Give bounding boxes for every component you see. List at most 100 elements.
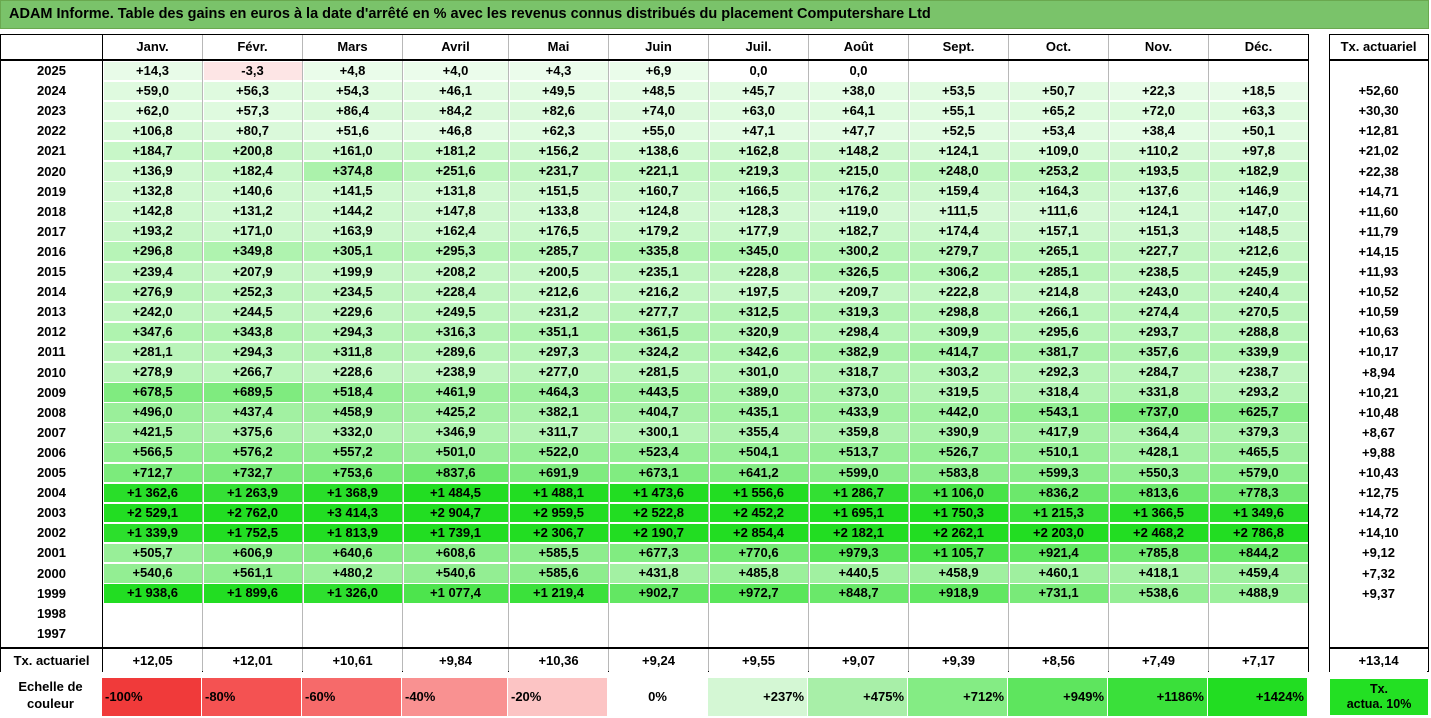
table-cell: +335,8 — [609, 242, 708, 261]
tx-cell: +10,48 — [1330, 402, 1427, 423]
table-cell: +342,6 — [709, 342, 808, 362]
table-cell: +1 938,6 — [103, 584, 202, 603]
table-cell: +64,1 — [809, 101, 908, 121]
table-cell: +1 106,0 — [909, 483, 1008, 503]
table-cell — [1209, 624, 1308, 643]
color-scale-label-line2: couleur — [27, 696, 74, 711]
table-cell: +576,2 — [203, 443, 302, 462]
table-cell — [203, 604, 302, 623]
table-cell: +732,7 — [203, 463, 302, 483]
table-cell: +182,7 — [809, 222, 908, 241]
table-cell: +119,0 — [809, 202, 908, 221]
table-cell: +146,9 — [1209, 182, 1308, 201]
table-cell: +239,4 — [103, 262, 202, 282]
table-cell: +54,3 — [303, 81, 402, 101]
table-cell: +212,6 — [1209, 242, 1308, 261]
table-cell: +228,6 — [303, 363, 402, 382]
table-cell: +124,1 — [1109, 202, 1208, 221]
table-cell: +132,8 — [103, 182, 202, 201]
table-cell: +244,5 — [203, 302, 302, 322]
table-cell: +1 349,6 — [1209, 503, 1308, 523]
tx-cell: +10,52 — [1330, 282, 1427, 303]
table-cell: +540,6 — [103, 564, 202, 583]
table-cell — [909, 624, 1008, 643]
table-cell: +57,3 — [203, 101, 302, 121]
color-scale-swatch: +949% — [1008, 678, 1107, 716]
year-label: 2024 — [1, 81, 102, 102]
table-cell — [809, 604, 908, 623]
table-cell: +510,1 — [1009, 443, 1108, 462]
footer-cell: +8,56 — [1009, 648, 1108, 673]
color-scale: Echelle de couleur -100% -80% -60% -40% -20% 0%… — [0, 675, 1309, 718]
table-cell: +305,1 — [303, 242, 402, 261]
month-header: Août — [809, 35, 908, 59]
table-cell: +518,4 — [303, 383, 402, 402]
table-cell: +243,0 — [1109, 282, 1208, 302]
year-label: 2015 — [1, 262, 102, 283]
table-cell: +221,1 — [609, 162, 708, 181]
table-cell: +277,0 — [509, 363, 608, 382]
tx-cell: +14,15 — [1330, 241, 1427, 262]
table-cell: 0,0 — [709, 61, 808, 81]
table-cell: +131,8 — [403, 182, 508, 201]
color-scale-swatch: +1186% — [1108, 678, 1207, 716]
table-cell: +311,7 — [509, 423, 608, 442]
header-divider — [1, 59, 1308, 61]
color-scale-swatch: 0% — [608, 678, 707, 716]
table-cell: +303,2 — [909, 363, 1008, 382]
footer-tx: +13,14 — [1330, 648, 1427, 673]
tx-cell: +11,79 — [1330, 221, 1427, 242]
table-cell: +1 750,3 — [909, 503, 1008, 523]
table-cell: +1 473,6 — [609, 483, 708, 503]
table-cell: +207,9 — [203, 262, 302, 282]
table-cell: +2 522,8 — [609, 503, 708, 523]
table-cell: +212,6 — [509, 282, 608, 302]
table-cell: +425,2 — [403, 403, 508, 422]
table-cell: +296,8 — [103, 242, 202, 261]
table-cell — [403, 604, 508, 623]
table-cell: +298,4 — [809, 322, 908, 342]
table-cell: +174,4 — [909, 222, 1008, 241]
table-cell: +460,1 — [1009, 564, 1108, 583]
table-cell: +106,8 — [103, 121, 202, 141]
table-cell: +84,2 — [403, 101, 508, 121]
table-cell: +162,4 — [403, 222, 508, 241]
table-cell: +234,5 — [303, 282, 402, 302]
table-cell: +606,9 — [203, 543, 302, 563]
footer-cell: +9,84 — [403, 648, 508, 673]
table-cell: +813,6 — [1109, 483, 1208, 503]
table-cell: +74,0 — [609, 101, 708, 121]
table-cell: +837,6 — [403, 463, 508, 483]
table-cell: +184,7 — [103, 141, 202, 161]
color-scale-actuarial-line2: actua. 10% — [1346, 697, 1412, 711]
table-cell: +171,0 — [203, 222, 302, 241]
table-cell: +345,0 — [709, 242, 808, 261]
table-cell: +1 752,5 — [203, 523, 302, 543]
table-cell: +320,9 — [709, 322, 808, 342]
table-cell: +137,6 — [1109, 182, 1208, 201]
table-cell — [709, 604, 808, 623]
table-cell: +501,0 — [403, 443, 508, 462]
table-cell: +245,9 — [1209, 262, 1308, 282]
table-cell: +111,6 — [1009, 202, 1108, 221]
table-cell: +265,1 — [1009, 242, 1108, 261]
table-cell: +295,3 — [403, 242, 508, 261]
table-cell: +1 286,7 — [809, 483, 908, 503]
table-cell: +678,5 — [103, 383, 202, 402]
table-cell: +231,7 — [509, 162, 608, 181]
table-cell: +281,1 — [103, 342, 202, 362]
table-cell: +238,9 — [403, 363, 508, 382]
table-cell: +235,1 — [609, 262, 708, 282]
tx-cell: +10,59 — [1330, 302, 1427, 323]
table-cell: +242,0 — [103, 302, 202, 322]
table-cell: +50,1 — [1209, 121, 1308, 141]
table-cell: +349,8 — [203, 242, 302, 261]
table-cell: +326,5 — [809, 262, 908, 282]
table-cell: +270,5 — [1209, 302, 1308, 322]
table-cell: +318,4 — [1009, 383, 1108, 402]
year-label: 2017 — [1, 221, 102, 242]
year-label: 2000 — [1, 563, 102, 584]
table-cell: +182,9 — [1209, 162, 1308, 181]
table-cell: +691,9 — [509, 463, 608, 483]
year-label: 2003 — [1, 503, 102, 524]
